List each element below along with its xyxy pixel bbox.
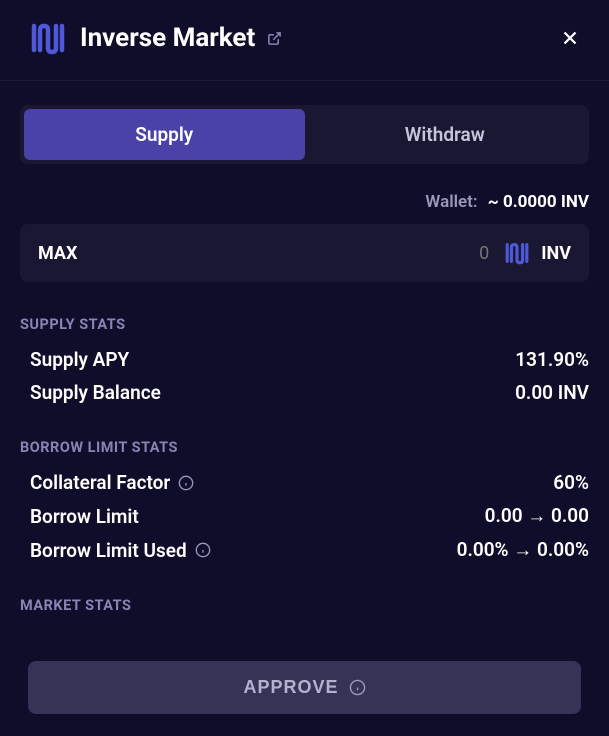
approve-button[interactable]: APPROVE: [28, 661, 581, 714]
info-icon[interactable]: [195, 542, 211, 558]
amount-input-row: MAX INV: [20, 224, 589, 282]
supply-apy-value: 131.90%: [515, 348, 589, 371]
tab-supply[interactable]: Supply: [24, 109, 305, 160]
borrow-stats-title: BORROW LIMIT STATS: [20, 439, 589, 456]
borrow-limit-label: Borrow Limit: [30, 505, 139, 528]
borrow-limit-row: Borrow Limit 0.00 → 0.00: [20, 499, 589, 533]
borrow-limit-value: 0.00 → 0.00: [485, 504, 589, 528]
inverse-logo-icon: [28, 20, 68, 56]
footer: APPROVE: [0, 645, 609, 736]
borrow-limit-used-row: Borrow Limit Used 0.00% → 0.00%: [20, 533, 589, 567]
wallet-value: ~ 0.0000 INV: [488, 192, 589, 212]
wallet-label: Wallet:: [425, 192, 477, 212]
token-symbol: INV: [541, 243, 571, 264]
modal-header: Inverse Market: [0, 0, 609, 81]
supply-balance-value: 0.00 INV: [515, 381, 589, 404]
collateral-factor-value: 60%: [553, 471, 589, 494]
supply-balance-row: Supply Balance 0.00 INV: [20, 376, 589, 409]
borrow-limit-used-label: Borrow Limit Used: [30, 539, 211, 562]
external-link-icon[interactable]: [267, 31, 282, 46]
close-icon[interactable]: [559, 27, 581, 49]
tab-withdraw[interactable]: Withdraw: [305, 109, 586, 160]
header-left: Inverse Market: [28, 20, 282, 56]
borrow-limit-used-value: 0.00% → 0.00%: [457, 538, 589, 562]
supply-balance-label: Supply Balance: [30, 381, 161, 404]
borrow-limit-used-label-text: Borrow Limit Used: [30, 539, 187, 562]
amount-input[interactable]: [77, 243, 503, 264]
tab-group: Supply Withdraw: [20, 105, 589, 164]
max-button[interactable]: MAX: [38, 243, 77, 264]
page-title: Inverse Market: [80, 23, 255, 53]
supply-apy-row: Supply APY 131.90%: [20, 343, 589, 376]
info-icon: [349, 679, 366, 696]
inv-token-icon: [503, 240, 531, 266]
scroll-area[interactable]: Supply Withdraw Wallet: ~ 0.0000 INV MAX…: [0, 81, 609, 641]
approve-button-label: APPROVE: [243, 677, 338, 698]
supply-apy-label: Supply APY: [30, 348, 129, 371]
collateral-factor-label-text: Collateral Factor: [30, 471, 170, 494]
collateral-factor-label: Collateral Factor: [30, 471, 194, 494]
market-stats-title: MARKET STATS: [20, 597, 589, 614]
wallet-balance-row: Wallet: ~ 0.0000 INV: [20, 192, 589, 212]
supply-stats-title: SUPPLY STATS: [20, 316, 589, 333]
collateral-factor-row: Collateral Factor 60%: [20, 466, 589, 499]
info-icon[interactable]: [178, 475, 194, 491]
